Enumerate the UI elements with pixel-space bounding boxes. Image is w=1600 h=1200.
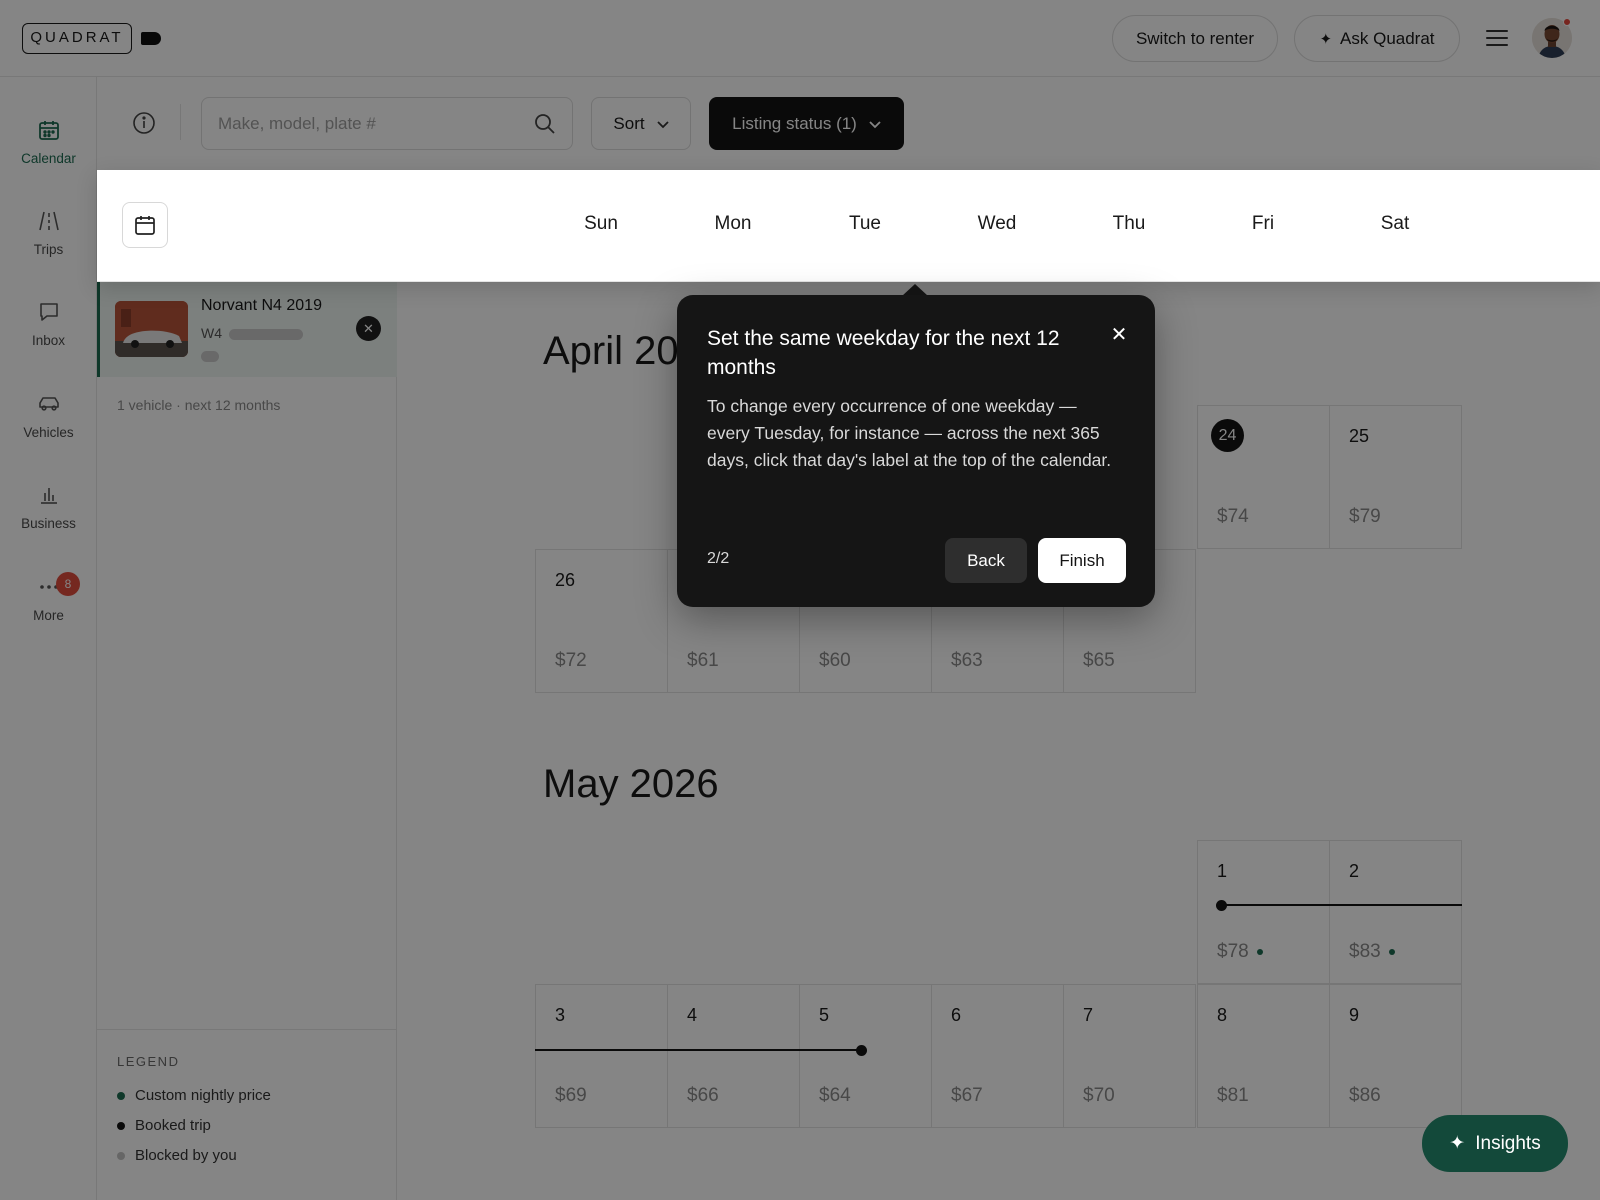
weekday-label-wed[interactable]: Wed bbox=[931, 213, 1063, 235]
sparkle-icon: ✦ bbox=[1449, 1133, 1466, 1154]
popover-body: To change every occurrence of one weekda… bbox=[707, 396, 1112, 470]
weekday-label-tue[interactable]: Tue bbox=[799, 213, 931, 235]
popover-title: Set the same weekday for the next 12 mon… bbox=[707, 327, 1060, 379]
calendar-icon bbox=[135, 216, 155, 235]
close-icon[interactable]: ✕ bbox=[1107, 323, 1131, 347]
weekday-label-sun[interactable]: Sun bbox=[535, 213, 667, 235]
finish-button[interactable]: Finish bbox=[1038, 538, 1126, 583]
weekday-label-thu[interactable]: Thu bbox=[1063, 213, 1195, 235]
insights-button[interactable]: ✦ Insights bbox=[1422, 1115, 1568, 1172]
weekday-label-mon[interactable]: Mon bbox=[667, 213, 799, 235]
weekday-label-sat[interactable]: Sat bbox=[1329, 213, 1461, 235]
date-picker-button[interactable] bbox=[122, 202, 168, 248]
weekday-label-fri[interactable]: Fri bbox=[1197, 213, 1329, 235]
back-button[interactable]: Back bbox=[945, 538, 1027, 583]
tour-popover: Set the same weekday for the next 12 mon… bbox=[677, 295, 1155, 607]
popover-step-indicator: 2/2 bbox=[707, 550, 730, 567]
insights-label: Insights bbox=[1475, 1132, 1541, 1154]
